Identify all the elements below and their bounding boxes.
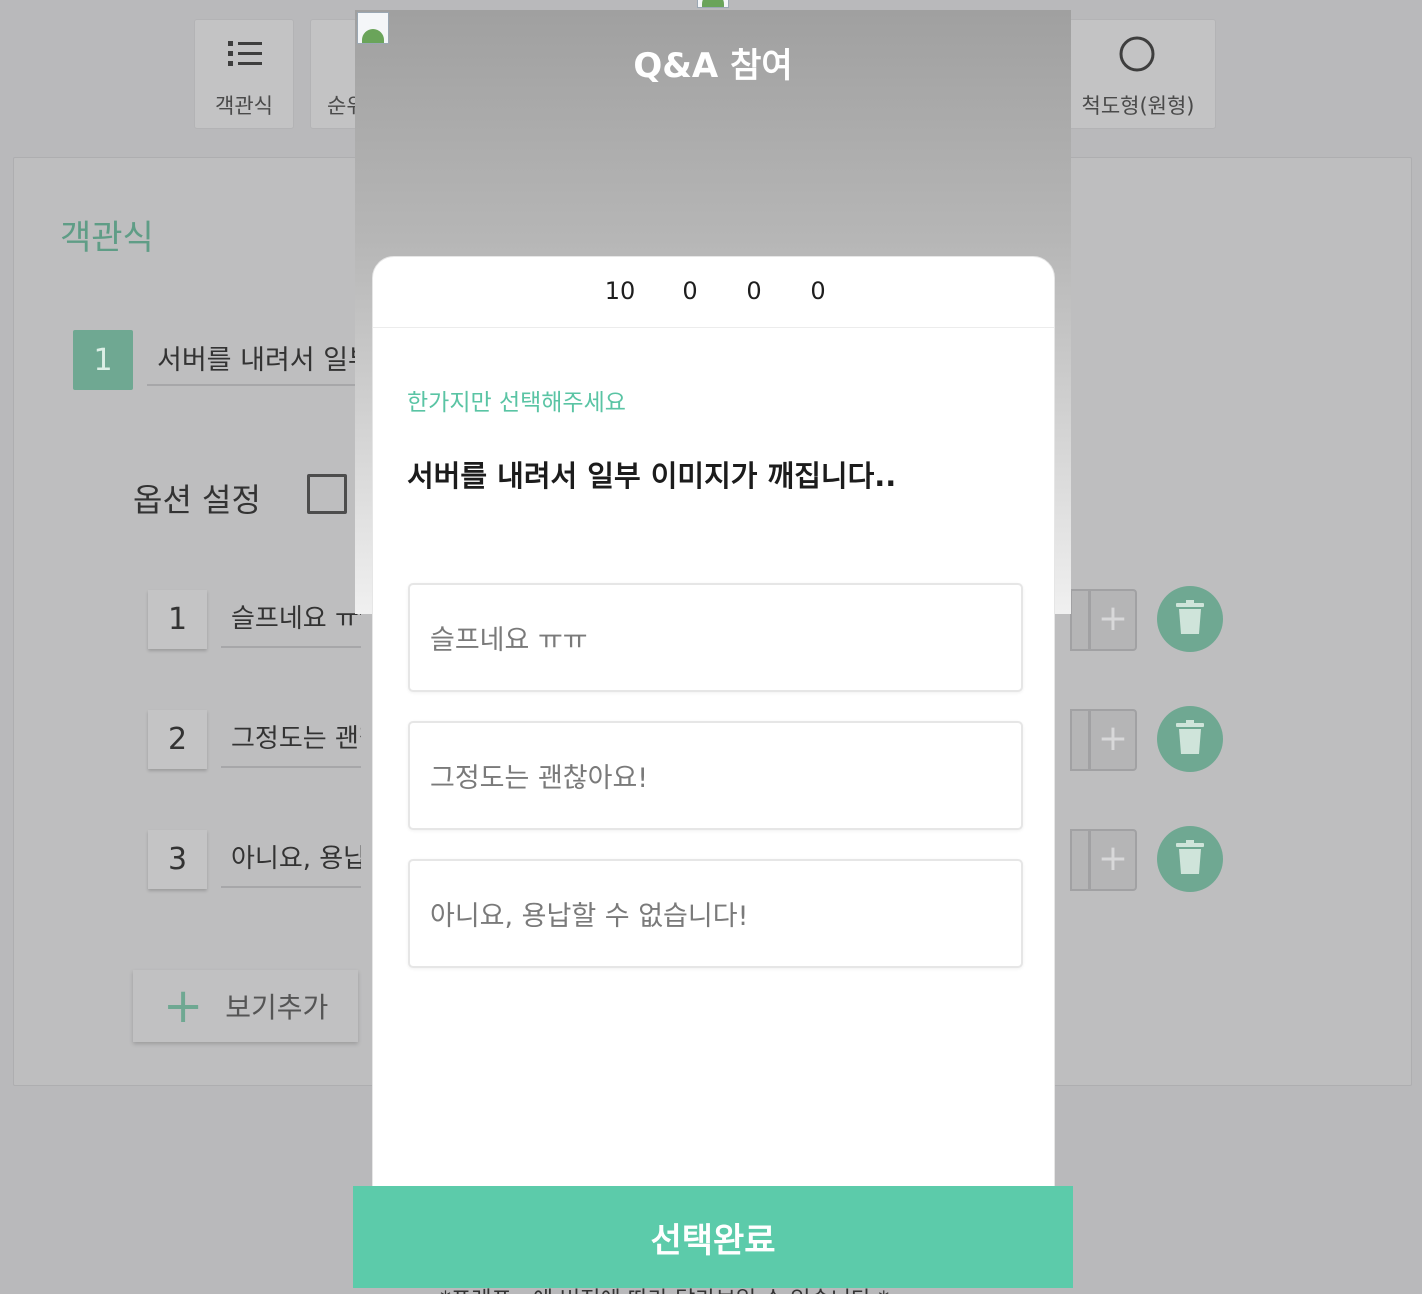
stepper-segment: [1070, 709, 1090, 771]
question-text-input[interactable]: 서버를 내려서 일부 이미지가 깨집니다..: [147, 330, 362, 386]
choice-option[interactable]: 슬프네요 ㅠㅠ: [408, 583, 1023, 692]
stat-value: 10: [604, 277, 636, 305]
circle-icon: [1061, 20, 1215, 90]
add-option-button[interactable]: + 보기추가: [133, 970, 358, 1042]
trash-icon: [1176, 600, 1204, 638]
broken-image-icon: [357, 12, 389, 44]
option-settings-checkbox[interactable]: [307, 474, 347, 514]
stepper-segment: [1070, 829, 1090, 891]
option-text-input[interactable]: 슬프네요 ㅠㅠ: [221, 590, 361, 648]
option-number-badge: 1: [148, 590, 207, 649]
choice-option[interactable]: 아니요, 용납할 수 없습니다!: [408, 859, 1023, 968]
plus-icon[interactable]: +: [1089, 589, 1137, 651]
plus-icon[interactable]: +: [1089, 709, 1137, 771]
plus-icon[interactable]: +: [1089, 829, 1137, 891]
list-icon: [195, 20, 293, 90]
option-add-stepper[interactable]: +: [1070, 589, 1137, 651]
stepper-segment: [1070, 589, 1090, 651]
option-number-badge: 2: [148, 710, 207, 769]
plus-icon: +: [163, 978, 204, 1034]
option-text-input[interactable]: 그정도는 괜찮아요!: [221, 710, 361, 768]
delete-option-button[interactable]: [1157, 706, 1223, 772]
qa-preview-modal: Q&A 참여 10 0 0 0 한가지만 선택해주세요 서버를 내려서 일부 이…: [353, 8, 1073, 1288]
preview-title: Q&A 참여: [633, 46, 793, 86]
question-type-label: 척도형(원형): [1081, 94, 1195, 118]
instruction-text: 한가지만 선택해주세요: [407, 390, 626, 416]
question-number-badge: 1: [73, 330, 133, 390]
submit-selection-button[interactable]: 선택완료: [353, 1186, 1073, 1288]
option-add-stepper[interactable]: +: [1070, 829, 1137, 891]
question-type-scale-circle[interactable]: 척도형(원형): [1060, 19, 1216, 129]
question-type-multiple-choice[interactable]: 객관식: [194, 19, 294, 129]
trash-icon: [1176, 720, 1204, 758]
option-settings-label: 옵션 설정: [133, 481, 261, 519]
trash-icon: [1176, 840, 1204, 878]
stat-value: 0: [682, 277, 698, 305]
stat-value: 0: [810, 277, 826, 305]
option-text-input[interactable]: 아니요, 용납할 수 없습니다!: [221, 830, 361, 888]
stat-value: 0: [746, 277, 762, 305]
section-title: 객관식: [60, 218, 154, 258]
option-add-stepper[interactable]: +: [1070, 709, 1137, 771]
preview-question: 서버를 내려서 일부 이미지가 깨집니다..: [407, 459, 897, 493]
add-option-label: 보기추가: [225, 991, 329, 1024]
preview-card: 10 0 0 0 한가지만 선택해주세요 서버를 내려서 일부 이미지가 깨집니…: [372, 256, 1055, 1288]
option-number-badge: 3: [148, 830, 207, 889]
question-type-label: 객관식: [215, 94, 273, 118]
delete-option-button[interactable]: [1157, 826, 1223, 892]
choice-option[interactable]: 그정도는 괜찮아요!: [408, 721, 1023, 830]
delete-option-button[interactable]: [1157, 586, 1223, 652]
broken-image-icon: [697, 0, 729, 8]
stats-bar: 10 0 0 0: [373, 257, 1054, 328]
